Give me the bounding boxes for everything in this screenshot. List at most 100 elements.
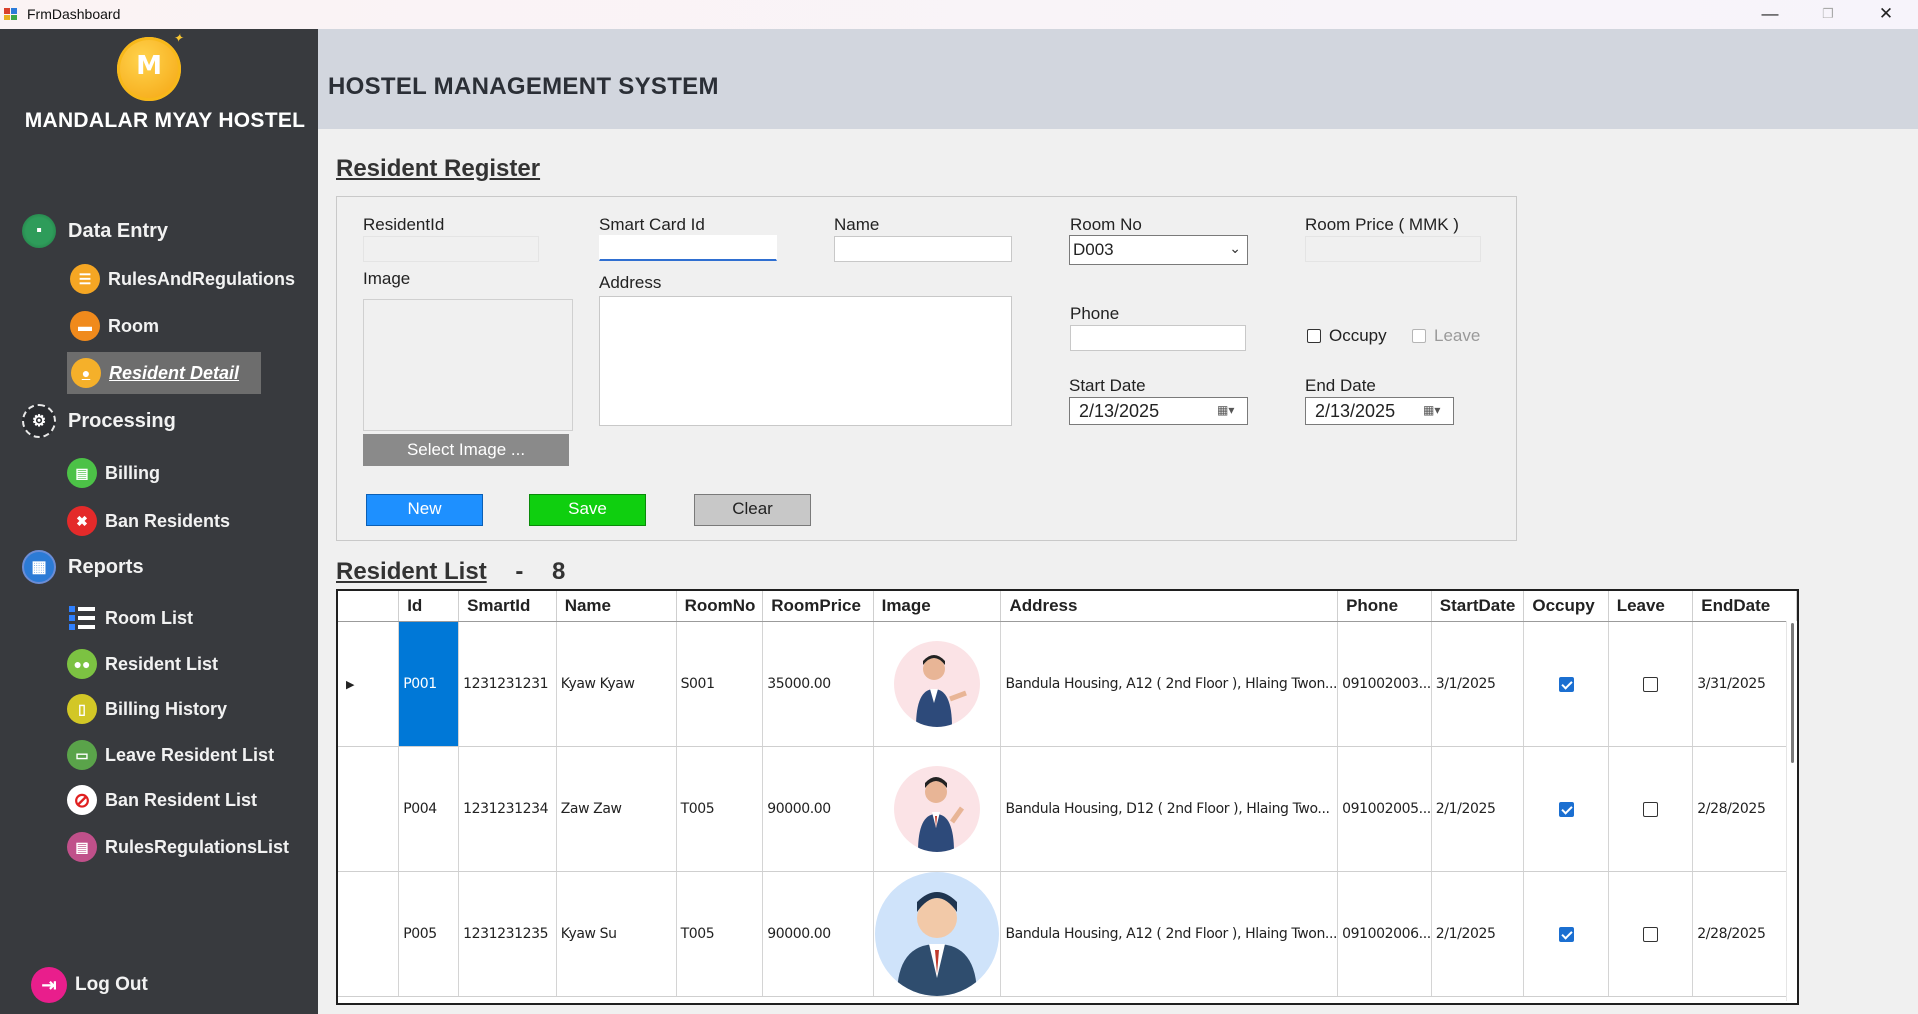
sidebar-item-room[interactable]: ▬ Room [70,311,159,341]
row-selector-arrow-icon[interactable]: ▶ [338,621,400,747]
restore-button[interactable]: ❐ [1799,0,1857,29]
cell-leave[interactable] [1608,871,1694,997]
table-row[interactable]: ▶ P001 1231231231 Kyaw Kyaw S001 35000.0… [338,621,1797,747]
column-header[interactable]: Id [398,591,460,622]
column-header[interactable]: SmartId [458,591,557,622]
column-header[interactable]: Phone [1337,591,1432,622]
cell-leave[interactable] [1608,746,1694,872]
room-no-select[interactable]: D003 ⌄ [1069,235,1248,265]
cell-smart-id[interactable]: 1231231234 [458,746,557,872]
cell-end-date[interactable]: 3/31/2025 [1692,621,1797,747]
new-button[interactable]: New [366,494,483,526]
column-header[interactable]: StartDate [1431,591,1525,622]
close-button[interactable]: ✕ [1857,0,1915,29]
occupy-checkbox-checked[interactable] [1558,926,1574,942]
cell-occupy[interactable] [1523,746,1609,872]
sidebar-item-leave-resident-list[interactable]: ▭ Leave Resident List [67,740,274,770]
cell-price[interactable]: 35000.00 [762,621,874,747]
cell-address[interactable]: Bandula Housing, A12 ( 2nd Floor ), Hlai… [1000,621,1339,747]
nav-group-data-entry[interactable]: ▪ Data Entry [22,214,168,248]
cell-image[interactable] [873,746,1002,872]
sidebar-item-billing[interactable]: ▤ Billing [67,458,160,488]
occupy-checkbox-checked[interactable] [1558,801,1574,817]
leave-checkbox[interactable]: Leave [1412,326,1480,346]
vertical-scrollbar[interactable] [1786,621,1797,1001]
nav-group-reports[interactable]: ▦ Reports [22,550,144,584]
save-button[interactable]: Save [529,494,646,526]
cell-start-date[interactable]: 2/1/2025 [1431,746,1525,872]
cell-smart-id[interactable]: 1231231231 [458,621,557,747]
cell-occupy[interactable] [1523,871,1609,997]
name-field[interactable] [834,236,1012,262]
cell-name[interactable]: Zaw Zaw [556,746,677,872]
invoice-icon: ▤ [67,458,97,488]
sidebar-item-room-list[interactable]: Room List [67,603,193,633]
column-header[interactable]: RoomPrice [762,591,874,622]
table-row[interactable]: P004 1231231234 Zaw Zaw T005 90000.00 Ba… [338,746,1797,872]
cell-end-date[interactable]: 2/28/2025 [1692,871,1797,997]
address-field[interactable] [599,296,1012,426]
report-icon: ▦ [22,550,56,584]
room-price-field[interactable] [1305,236,1481,262]
sidebar-item-rules-list[interactable]: ▤ RulesRegulationsList [67,832,289,862]
sidebar-item-rules[interactable]: ☰ RulesAndRegulations [70,264,295,294]
cell-leave[interactable] [1608,621,1694,747]
column-header[interactable]: Leave [1608,591,1694,622]
cell-smart-id[interactable]: 1231231235 [458,871,557,997]
cell-start-date[interactable]: 2/1/2025 [1431,871,1525,997]
nav-group-processing[interactable]: ⚙ Processing [22,404,176,438]
sidebar-item-ban-resident-list[interactable]: ⊘ Ban Resident List [67,785,257,815]
column-header[interactable]: EndDate [1692,591,1797,622]
column-header[interactable]: Occupy [1523,591,1609,622]
image-label: Image [363,269,411,288]
leave-checkbox-unchecked[interactable] [1642,926,1658,942]
cell-phone[interactable]: 091002005... [1337,746,1432,872]
data-entry-icon: ▪ [22,214,56,248]
end-date-picker[interactable]: 2/13/2025 ▦▾ [1305,397,1454,425]
sidebar-item-ban-residents[interactable]: ✖ Ban Residents [67,506,230,536]
cell-room[interactable]: T005 [676,746,764,872]
cell-id[interactable]: P005 [398,871,460,997]
leave-checkbox-unchecked[interactable] [1642,801,1658,817]
logout-button[interactable]: ⇥ Log Out [31,967,148,1003]
column-header[interactable]: Name [556,591,677,622]
table-row[interactable]: P005 1231231235 Kyaw Su T005 90000.00 Ba… [338,871,1797,997]
occupy-checkbox[interactable]: Occupy [1307,326,1387,346]
cell-room[interactable]: T005 [676,871,764,997]
cell-image[interactable] [873,621,1002,747]
cell-start-date[interactable]: 3/1/2025 [1431,621,1525,747]
column-header[interactable]: Address [1000,591,1339,622]
scrollbar-thumb[interactable] [1791,623,1794,763]
cell-image[interactable] [873,871,1002,997]
cell-address[interactable]: Bandula Housing, A12 ( 2nd Floor ), Hlai… [1000,871,1339,997]
cell-room[interactable]: S001 [676,621,764,747]
cell-id[interactable]: P001 [398,621,460,747]
resident-id-field[interactable] [363,236,539,262]
column-header[interactable]: Image [873,591,1002,622]
cell-price[interactable]: 90000.00 [762,746,874,872]
cell-address[interactable]: Bandula Housing, D12 ( 2nd Floor ), Hlai… [1000,746,1339,872]
cell-phone[interactable]: 091002003... [1337,621,1432,747]
sidebar-item-resident-list[interactable]: ●● Resident List [67,649,218,679]
select-image-button[interactable]: Select Image ... [363,434,569,466]
row-header[interactable] [338,871,400,997]
smart-card-field[interactable] [599,235,777,261]
sidebar-item-billing-history[interactable]: ▯ Billing History [67,694,227,724]
cell-phone[interactable]: 091002006... [1337,871,1432,997]
sidebar-item-resident-detail[interactable]: ● Resident Detail [67,352,262,394]
resident-grid[interactable]: Id SmartId Name RoomNo RoomPrice Image A… [336,589,1799,1005]
cell-id[interactable]: P004 [398,746,460,872]
occupy-checkbox-checked[interactable] [1558,676,1574,692]
cell-name[interactable]: Kyaw Kyaw [556,621,677,747]
row-header[interactable] [338,746,400,872]
column-header[interactable]: RoomNo [676,591,764,622]
minimize-button[interactable]: — [1741,0,1799,29]
start-date-picker[interactable]: 2/13/2025 ▦▾ [1069,397,1248,425]
clear-button[interactable]: Clear [694,494,811,526]
phone-field[interactable] [1070,325,1246,351]
leave-checkbox-unchecked[interactable] [1642,676,1658,692]
cell-end-date[interactable]: 2/28/2025 [1692,746,1797,872]
cell-occupy[interactable] [1523,621,1609,747]
cell-price[interactable]: 90000.00 [762,871,874,997]
cell-name[interactable]: Kyaw Su [556,871,677,997]
